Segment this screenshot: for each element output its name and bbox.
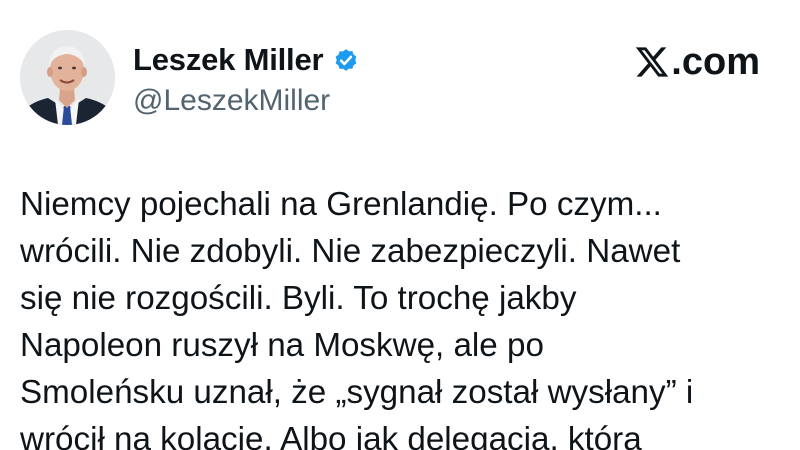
tweet-line: Napoleon ruszył na Moskwę, ale po <box>20 327 544 364</box>
tweet-line: Niemcy pojechali na Grenlandię. Po czym.… <box>20 186 662 223</box>
profile-photo <box>20 30 115 125</box>
x-logo-icon <box>636 47 669 77</box>
tweet-line: się nie rozgościli. Byli. To trochę jakb… <box>20 280 577 317</box>
author-name-row: Leszek Miller <box>133 40 360 80</box>
tweet-card: Leszek Miller @LeszekMiller .com Niemcy … <box>0 0 800 450</box>
author-handle[interactable]: @LeszekMiller <box>133 84 330 118</box>
tweet-line: Smoleńsku uznał, że „sygnał został wysła… <box>20 374 694 411</box>
tweet-text: Niemcy pojechali na Grenlandię. Po czym.… <box>20 181 795 450</box>
author-display-name[interactable]: Leszek Miller <box>133 42 324 78</box>
brand-watermark: .com <box>634 40 760 84</box>
verified-badge-icon <box>332 46 360 74</box>
tweet-line: wrócił na kolacje. Albo jak delegacja, k… <box>20 421 642 450</box>
brand-label: .com <box>671 40 760 83</box>
avatar[interactable] <box>20 30 115 125</box>
tweet-line: wrócili. Nie zdobyli. Nie zabezpieczyli.… <box>20 233 681 270</box>
